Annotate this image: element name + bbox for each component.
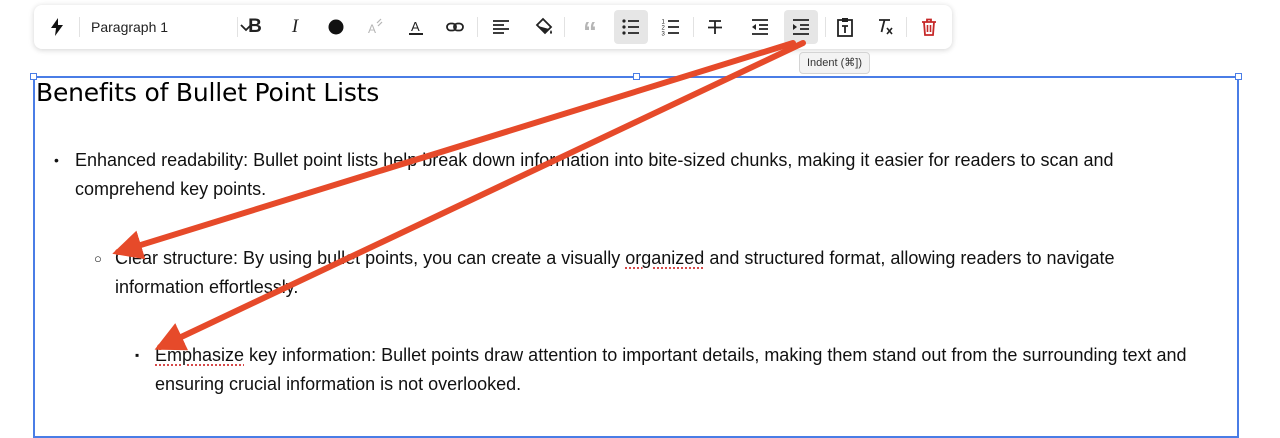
bulleted-list-button[interactable]: [614, 10, 648, 44]
list-item-level-3[interactable]: ▪ Emphasize key information: Bullet poin…: [135, 341, 1225, 399]
italic-icon: I: [291, 16, 299, 37]
paste-as-text-icon: [837, 18, 853, 37]
delete-icon: [922, 18, 936, 36]
toolbar-divider: [477, 17, 478, 37]
strikethrough-button[interactable]: [698, 10, 732, 44]
quote-icon: “: [583, 16, 597, 47]
toolbar-divider: [693, 17, 694, 37]
numbered-list-icon: 123: [662, 20, 679, 38]
indent-button[interactable]: [784, 10, 818, 44]
list-item-text: Enhanced readability: Bullet point lists…: [75, 150, 1114, 199]
document-title[interactable]: Benefits of Bullet Point Lists: [36, 76, 379, 110]
list-item-text: Emphasize key information: Bullet points…: [155, 345, 1187, 394]
fill-icon: [535, 17, 553, 35]
svg-text:3: 3: [662, 32, 666, 38]
align-left-button[interactable]: [484, 10, 518, 44]
misspelled-word[interactable]: Emphasize: [155, 345, 244, 365]
bullet-disc: •: [54, 152, 59, 168]
text-color-icon: [328, 19, 344, 35]
outdent-button[interactable]: [743, 10, 777, 44]
svg-text:A: A: [368, 22, 376, 36]
resize-handle-top-center[interactable]: [633, 73, 640, 80]
fill-button[interactable]: [527, 10, 561, 44]
text-color-button[interactable]: [319, 10, 353, 44]
bold-button[interactable]: B: [238, 10, 272, 44]
link-button[interactable]: [438, 10, 472, 44]
bullet-square: ▪: [135, 348, 140, 362]
indent-tooltip: Indent (⌘]): [799, 52, 871, 74]
font-style-button[interactable]: A: [399, 10, 433, 44]
delete-button[interactable]: [912, 10, 946, 44]
resize-handle-top-right[interactable]: [1235, 73, 1242, 80]
italic-button[interactable]: I: [278, 10, 312, 44]
outdent-icon: [752, 19, 768, 35]
highlight-button[interactable]: A: [358, 10, 392, 44]
numbered-list-button[interactable]: 123: [654, 10, 688, 44]
toolbar-divider: [564, 17, 565, 37]
list-item-level-1[interactable]: • Enhanced readability: Bullet point lis…: [54, 146, 1195, 204]
indent-icon: [793, 19, 809, 35]
toolbar-divider: [906, 17, 907, 37]
toolbar-divider: [825, 17, 826, 37]
clear-formatting-button[interactable]: [868, 10, 902, 44]
list-item-text: Clear structure: By using bullet points,…: [115, 248, 1115, 297]
svg-text:A: A: [411, 19, 420, 34]
paste-as-text-button[interactable]: [828, 10, 862, 44]
highlight-icon: A: [368, 18, 383, 36]
quote-button[interactable]: “: [573, 10, 607, 47]
font-style-icon: A: [409, 19, 423, 35]
bulleted-list-icon: [622, 19, 639, 35]
strikethrough-icon: [708, 20, 722, 34]
clear-formatting-icon: [879, 19, 893, 35]
formatting-toolbar: Paragraph 1 B I A A “ 123: [34, 5, 952, 49]
list-item-level-2[interactable]: ○ Clear structure: By using bullet point…: [94, 244, 1195, 302]
align-left-icon: [493, 20, 509, 34]
bold-icon: B: [248, 16, 262, 37]
misspelled-word[interactable]: organized: [625, 248, 704, 268]
block-type-label: Paragraph 1: [91, 19, 169, 35]
toolbar-divider: [79, 17, 80, 37]
lightning-icon[interactable]: [40, 10, 74, 44]
bullet-circle: ○: [94, 251, 102, 266]
link-icon: [446, 22, 464, 32]
